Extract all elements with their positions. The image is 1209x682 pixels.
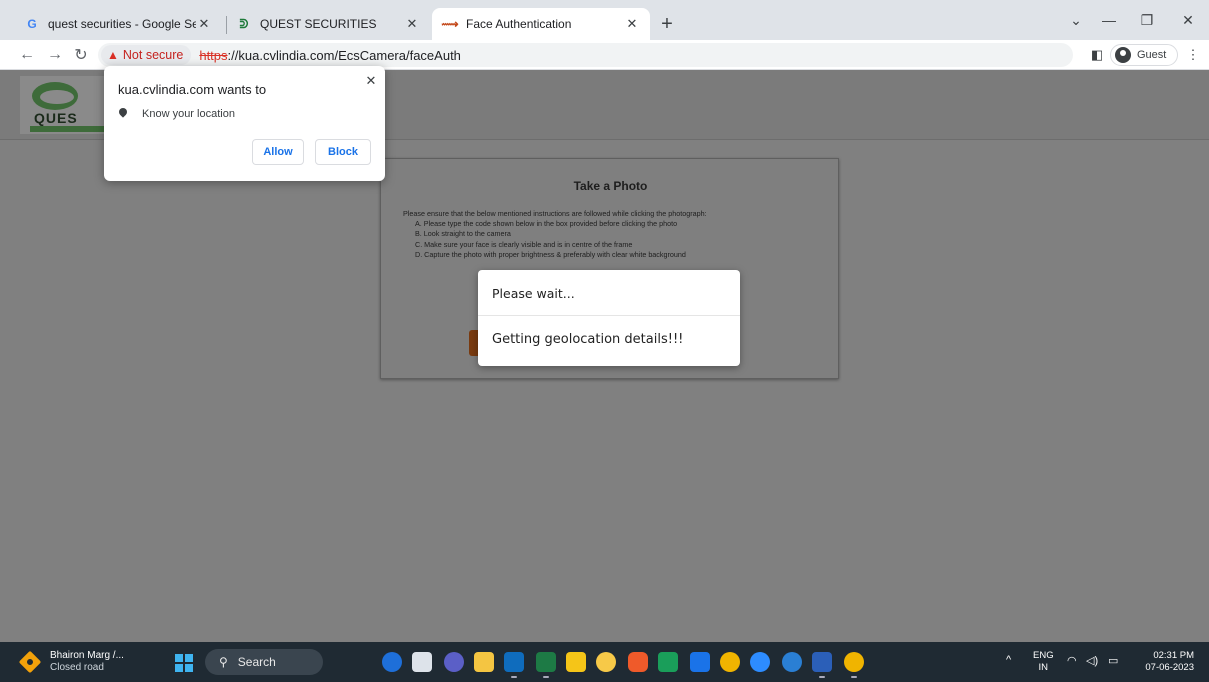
reload-icon[interactable]: ↻	[70, 44, 92, 66]
language-indicator[interactable]: ENG IN	[1033, 650, 1054, 674]
clock[interactable]: 02:31 PM 07-06-2023	[1138, 650, 1194, 674]
sheets-icon[interactable]	[658, 652, 678, 672]
weather-line2: Closed road	[50, 662, 104, 673]
tab-quest-securities[interactable]: ᕲ QUEST SECURITIES ✕	[226, 8, 430, 40]
file-explorer-icon[interactable]	[474, 652, 494, 672]
taskbar-search[interactable]: ⚲ Search	[205, 649, 323, 675]
warning-icon: ▲	[107, 48, 119, 62]
excel-icon[interactable]	[536, 652, 556, 678]
battery-icon[interactable]: ▭	[1108, 654, 1118, 667]
menu-icon[interactable]: ⋮	[1184, 46, 1202, 64]
mail-icon[interactable]	[690, 652, 710, 672]
search-icon: ⚲	[219, 655, 228, 669]
card-title: Take a Photo	[573, 179, 648, 193]
show-hidden-icons[interactable]: ^	[1006, 654, 1011, 666]
quest-icon: ᕲ	[239, 16, 249, 31]
address-bar[interactable]: ▲ Not secure https://kua.cvlindia.com/Ec…	[98, 43, 1073, 67]
zoom-icon[interactable]	[750, 652, 770, 672]
tab-title: QUEST SECURITIES	[260, 17, 377, 31]
permission-row: Know your location	[118, 108, 235, 120]
chrome-icon[interactable]	[720, 652, 740, 672]
task-view-icon[interactable]	[412, 652, 432, 672]
instructions-intro: Please ensure that the below mentioned i…	[403, 209, 707, 218]
prompt-title: kua.cvlindia.com wants to	[118, 82, 267, 97]
profile-button[interactable]: Guest	[1110, 44, 1178, 66]
instruction-item: A. Please type the code shown below in t…	[415, 219, 678, 229]
traffic-icon	[18, 650, 42, 674]
windows-taskbar: Bhairon Marg /... Closed road ⚲ Search ^…	[0, 642, 1209, 682]
date-text: 07-06-2023	[1145, 662, 1194, 673]
side-panel-icon[interactable]: ◧	[1088, 46, 1106, 64]
security-chip[interactable]: ▲ Not secure	[101, 45, 192, 65]
permission-label: Know your location	[142, 108, 235, 120]
tab-title: Face Authentication	[466, 17, 572, 31]
instruction-item: B. Look straight to the camera	[415, 229, 511, 239]
volume-icon[interactable]: ◁)	[1086, 654, 1098, 667]
teams-icon[interactable]	[444, 652, 464, 672]
close-tab-icon[interactable]: ✕	[624, 16, 640, 32]
modal-message: Getting geolocation details!!!	[492, 332, 684, 347]
new-tab-button[interactable]: +	[655, 12, 679, 36]
quest-logo: QUES	[20, 76, 108, 134]
location-permission-prompt: kua.cvlindia.com wants to ✕ Know your lo…	[104, 66, 385, 181]
outlook-icon[interactable]	[504, 652, 524, 678]
close-tab-icon[interactable]: ✕	[196, 16, 212, 32]
time-text: 02:31 PM	[1153, 650, 1194, 661]
close-icon[interactable]: ✕	[362, 72, 380, 90]
word-icon[interactable]	[812, 652, 832, 678]
close-tab-icon[interactable]: ✕	[404, 16, 420, 32]
location-pin-icon	[118, 108, 128, 120]
google-icon: G	[27, 17, 37, 31]
minimize-button[interactable]: —	[1096, 10, 1122, 30]
close-window-button[interactable]: ✕	[1175, 10, 1201, 30]
instruction-item: C. Make sure your face is clearly visibl…	[415, 239, 633, 249]
forward-icon[interactable]: →	[44, 44, 66, 66]
url-text[interactable]: https://kua.cvlindia.com/EcsCamera/faceA…	[199, 48, 461, 63]
loading-modal: Please wait... Getting geolocation detai…	[478, 270, 740, 366]
tab-search-icon[interactable]: ⌄	[1063, 10, 1089, 30]
tips-icon[interactable]	[596, 652, 616, 672]
tab-google-search[interactable]: G quest securities - Google Search ✕	[14, 8, 222, 40]
profile-label: Guest	[1137, 49, 1167, 61]
brave-icon[interactable]	[628, 652, 648, 672]
face-auth-icon: ⟿	[441, 17, 459, 31]
search-placeholder: Search	[237, 655, 276, 669]
start-button[interactable]	[175, 654, 193, 672]
tab-strip: G quest securities - Google Search ✕ ᕲ Q…	[0, 0, 1209, 40]
tab-title: quest securities - Google Search	[48, 17, 196, 31]
allow-button[interactable]: Allow	[252, 139, 304, 165]
avatar-icon	[1115, 47, 1131, 63]
sticky-notes-icon[interactable]	[566, 652, 586, 672]
weather-widget[interactable]: Bhairon Marg /... Closed road	[18, 650, 124, 674]
weather-line1: Bhairon Marg /...	[50, 650, 124, 661]
chrome-active-icon[interactable]	[844, 652, 864, 678]
tab-face-authentication[interactable]: ⟿ Face Authentication ✕	[432, 8, 650, 40]
instructions: Please ensure that the below mentioned i…	[403, 209, 707, 260]
security-label: Not secure	[122, 48, 184, 62]
back-icon[interactable]: ←	[16, 44, 38, 66]
bing-icon[interactable]	[382, 652, 402, 672]
wifi-icon[interactable]: ◠	[1067, 654, 1077, 667]
instruction-item: D. Capture the photo with proper brightn…	[415, 249, 686, 259]
app-badge-icon[interactable]	[782, 652, 802, 672]
restore-button[interactable]: ❐	[1134, 10, 1160, 30]
modal-header: Please wait...	[478, 270, 740, 316]
block-button[interactable]: Block	[315, 139, 371, 165]
